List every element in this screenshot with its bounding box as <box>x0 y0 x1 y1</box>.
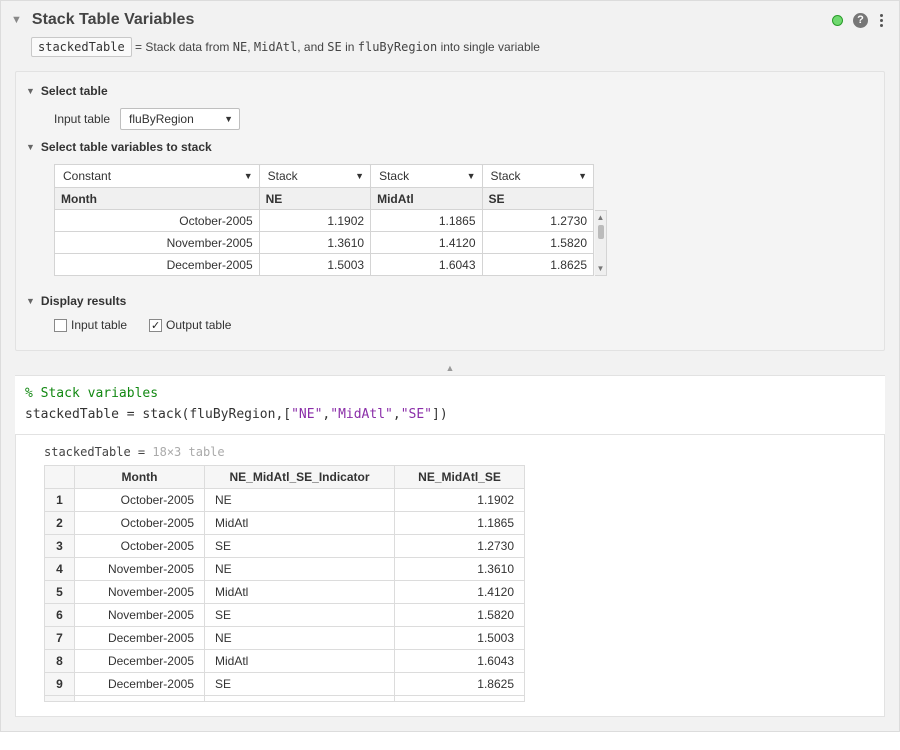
chevron-down-icon: ▼ <box>224 114 233 124</box>
summary-line: stackedTable = Stack data from NE, MidAt… <box>1 33 899 71</box>
section-select-table[interactable]: ▼ Select table <box>16 80 884 102</box>
kebab-menu-icon[interactable] <box>878 12 885 29</box>
column-role-select[interactable]: Stack▼ <box>260 165 370 187</box>
input-table-row: Input table fluByRegion ▼ <box>16 102 884 136</box>
chevron-down-icon: ▼ <box>26 86 35 96</box>
checkbox-checked-icon: ✓ <box>149 319 162 332</box>
col-header: NE_MidAtl_SE_Indicator <box>205 465 395 488</box>
vertical-scrollbar[interactable]: ▲ ▼ <box>595 210 607 276</box>
col-header: NE <box>259 188 370 210</box>
table-row: 6November-2005SE1.5820 <box>45 603 525 626</box>
table-row: 9December-2005SE1.8625 <box>45 672 525 695</box>
output-header: stackedTable = 18×3 table <box>44 445 874 459</box>
col-header: NE_MidAtl_SE <box>395 465 525 488</box>
checkbox-icon <box>54 319 67 332</box>
status-indicator-icon <box>832 15 843 26</box>
table-row: October-2005 1.1902 1.1865 1.2730 <box>55 210 594 232</box>
scroll-thumb[interactable] <box>598 225 604 239</box>
panel-title: Stack Table Variables <box>32 11 832 29</box>
input-table-label: Input table <box>54 112 110 126</box>
output-table-checkbox[interactable]: ✓ Output table <box>149 318 231 332</box>
chevron-down-icon: ▼ <box>26 296 35 306</box>
generated-code: % Stack variables stackedTable = stack(f… <box>15 375 885 435</box>
table-row: 2October-2005MidAtl1.1865 <box>45 511 525 534</box>
section-display-results[interactable]: ▼ Display results <box>16 290 884 312</box>
stack-preview-table: Constant▼ Stack▼ Stack▼ Stack▼ Month NE … <box>54 164 594 276</box>
table-row: 7December-2005NE1.5003 <box>45 626 525 649</box>
table-row: 5November-2005MidAtl1.4120 <box>45 580 525 603</box>
scroll-up-icon[interactable]: ▲ <box>597 213 605 222</box>
output-area: stackedTable = 18×3 table Month NE_MidAt… <box>15 435 885 717</box>
help-icon[interactable]: ? <box>853 13 868 28</box>
task-panel: ▼ Stack Table Variables ? stackedTable =… <box>0 0 900 732</box>
column-role-select[interactable]: Stack▼ <box>371 165 481 187</box>
resize-grip-icon[interactable]: ▲ <box>1 361 899 375</box>
table-row: 8December-2005MidAtl1.6043 <box>45 649 525 672</box>
table-row: 1October-2005NE1.1902 <box>45 488 525 511</box>
title-bar: ▼ Stack Table Variables ? <box>1 1 899 33</box>
display-options-row: Input table ✓ Output table <box>16 312 884 338</box>
output-variable-box[interactable]: stackedTable <box>31 37 132 57</box>
table-row: November-2005 1.3610 1.4120 1.5820 <box>55 232 594 254</box>
collapse-icon[interactable]: ▼ <box>11 14 22 26</box>
table-row: 3October-2005SE1.2730 <box>45 534 525 557</box>
output-table: Month NE_MidAtl_SE_Indicator NE_MidAtl_S… <box>44 465 525 702</box>
col-header: Month <box>55 188 260 210</box>
col-header <box>45 465 75 488</box>
table-row: 4November-2005NE1.3610 <box>45 557 525 580</box>
code-line: stackedTable = stack(fluByRegion,["NE","… <box>25 405 875 426</box>
section-stack-vars[interactable]: ▼ Select table variables to stack <box>16 136 884 158</box>
input-table-select[interactable]: fluByRegion ▼ <box>120 108 240 130</box>
column-role-select[interactable]: Constant▼ <box>55 165 259 187</box>
col-header: SE <box>482 188 593 210</box>
column-role-select[interactable]: Stack▼ <box>483 165 593 187</box>
config-container: ▼ Select table Input table fluByRegion ▼… <box>15 71 885 351</box>
table-row: December-2005 1.5003 1.6043 1.8625 <box>55 254 594 276</box>
input-table-checkbox[interactable]: Input table <box>54 318 127 332</box>
col-header: MidAtl <box>371 188 482 210</box>
scroll-down-icon[interactable]: ▼ <box>597 264 605 273</box>
code-comment: % Stack variables <box>25 384 875 405</box>
table-row <box>45 695 525 701</box>
chevron-down-icon: ▼ <box>26 142 35 152</box>
col-header: Month <box>75 465 205 488</box>
